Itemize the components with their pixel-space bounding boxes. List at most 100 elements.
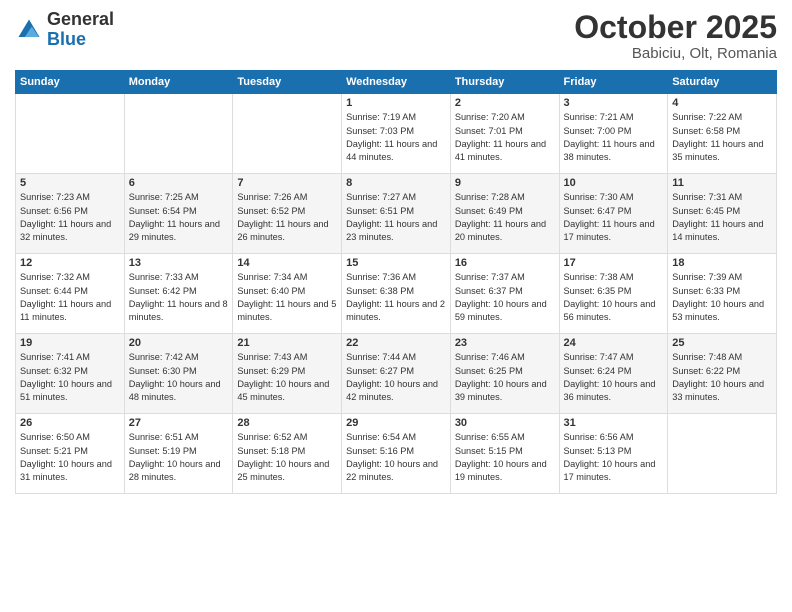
calendar-cell: 11Sunrise: 7:31 AM Sunset: 6:45 PM Dayli… bbox=[668, 174, 777, 254]
day-info: Sunrise: 6:51 AM Sunset: 5:19 PM Dayligh… bbox=[129, 431, 229, 484]
day-number: 25 bbox=[672, 337, 772, 349]
day-number: 22 bbox=[346, 337, 446, 349]
calendar-cell: 28 Sunrise: 6:52 AM Sunset: 5:18 PM Dayli… bbox=[233, 414, 342, 494]
day-number: 26 bbox=[20, 417, 120, 429]
calendar-week-row: 1Sunrise: 7:19 AM Sunset: 7:03 PM Daylig… bbox=[16, 94, 777, 174]
calendar-week-row: 26 Sunrise: 6:50 AM Sunset: 5:21 PM Dayli… bbox=[16, 414, 777, 494]
col-saturday: Saturday bbox=[668, 71, 777, 94]
day-info: Sunrise: 7:36 AM Sunset: 6:38 PM Dayligh… bbox=[346, 271, 446, 324]
day-info: Sunrise: 6:50 AM Sunset: 5:21 PM Dayligh… bbox=[20, 431, 120, 484]
day-info: Sunrise: 7:27 AM Sunset: 6:51 PM Dayligh… bbox=[346, 191, 446, 244]
day-number: 13 bbox=[129, 257, 229, 269]
day-number: 31 bbox=[564, 417, 664, 429]
col-sunday: Sunday bbox=[16, 71, 125, 94]
calendar-cell: 3 Sunrise: 7:21 AM Sunset: 7:00 PM Daylig… bbox=[559, 94, 668, 174]
day-number: 7 bbox=[237, 177, 337, 189]
col-friday: Friday bbox=[559, 71, 668, 94]
day-number: 14 bbox=[237, 257, 337, 269]
calendar-cell: 26 Sunrise: 6:50 AM Sunset: 5:21 PM Dayli… bbox=[16, 414, 125, 494]
calendar-cell: 24Sunrise: 7:47 AM Sunset: 6:24 PM Dayli… bbox=[559, 334, 668, 414]
day-info: Sunrise: 7:42 AM Sunset: 6:30 PM Dayligh… bbox=[129, 351, 229, 404]
calendar-header-row: Sunday Monday Tuesday Wednesday Thursday… bbox=[16, 71, 777, 94]
day-info: Sunrise: 7:44 AM Sunset: 6:27 PM Dayligh… bbox=[346, 351, 446, 404]
day-number: 28 bbox=[237, 417, 337, 429]
calendar-cell: 10 Sunrise: 7:30 AM Sunset: 6:47 PM Dayli… bbox=[559, 174, 668, 254]
calendar-week-row: 12 Sunrise: 7:32 AM Sunset: 6:44 PM Dayli… bbox=[16, 254, 777, 334]
day-info: Sunrise: 6:52 AM Sunset: 5:18 PM Dayligh… bbox=[237, 431, 337, 484]
day-number: 19 bbox=[20, 337, 120, 349]
day-info: Sunrise: 7:48 AM Sunset: 6:22 PM Dayligh… bbox=[672, 351, 772, 404]
day-number: 8 bbox=[346, 177, 446, 189]
day-info: Sunrise: 7:46 AM Sunset: 6:25 PM Dayligh… bbox=[455, 351, 555, 404]
location-subtitle: Babiciu, Olt, Romania bbox=[574, 45, 777, 62]
calendar-cell: 19 Sunrise: 7:41 AM Sunset: 6:32 PM Dayli… bbox=[16, 334, 125, 414]
calendar-cell: 5 Sunrise: 7:23 AM Sunset: 6:56 PM Daylig… bbox=[16, 174, 125, 254]
day-info: Sunrise: 7:41 AM Sunset: 6:32 PM Dayligh… bbox=[20, 351, 120, 404]
day-number: 12 bbox=[20, 257, 120, 269]
day-number: 9 bbox=[455, 177, 555, 189]
day-number: 30 bbox=[455, 417, 555, 429]
title-block: October 2025 Babiciu, Olt, Romania bbox=[574, 10, 777, 62]
day-info: Sunrise: 7:34 AM Sunset: 6:40 PM Dayligh… bbox=[237, 271, 337, 324]
calendar-cell: 4 Sunrise: 7:22 AM Sunset: 6:58 PM Daylig… bbox=[668, 94, 777, 174]
day-info: Sunrise: 7:30 AM Sunset: 6:47 PM Dayligh… bbox=[564, 191, 664, 244]
month-title: October 2025 bbox=[574, 10, 777, 45]
day-info: Sunrise: 7:21 AM Sunset: 7:00 PM Dayligh… bbox=[564, 111, 664, 164]
day-number: 29 bbox=[346, 417, 446, 429]
day-number: 3 bbox=[564, 97, 664, 109]
day-info: Sunrise: 6:56 AM Sunset: 5:13 PM Dayligh… bbox=[564, 431, 664, 484]
page: General Blue October 2025 Babiciu, Olt, … bbox=[0, 0, 792, 612]
calendar-cell bbox=[16, 94, 125, 174]
col-monday: Monday bbox=[124, 71, 233, 94]
day-number: 15 bbox=[346, 257, 446, 269]
col-wednesday: Wednesday bbox=[342, 71, 451, 94]
calendar-cell: 16 Sunrise: 7:37 AM Sunset: 6:37 PM Dayli… bbox=[450, 254, 559, 334]
col-thursday: Thursday bbox=[450, 71, 559, 94]
calendar-table: Sunday Monday Tuesday Wednesday Thursday… bbox=[15, 70, 777, 494]
day-info: Sunrise: 7:23 AM Sunset: 6:56 PM Dayligh… bbox=[20, 191, 120, 244]
calendar-cell: 25 Sunrise: 7:48 AM Sunset: 6:22 PM Dayli… bbox=[668, 334, 777, 414]
day-number: 21 bbox=[237, 337, 337, 349]
calendar-cell: 13 Sunrise: 7:33 AM Sunset: 6:42 PM Dayli… bbox=[124, 254, 233, 334]
day-number: 27 bbox=[129, 417, 229, 429]
calendar-cell: 6 Sunrise: 7:25 AM Sunset: 6:54 PM Daylig… bbox=[124, 174, 233, 254]
day-number: 5 bbox=[20, 177, 120, 189]
calendar-cell: 29Sunrise: 6:54 AM Sunset: 5:16 PM Dayli… bbox=[342, 414, 451, 494]
day-number: 11 bbox=[672, 177, 772, 189]
day-info: Sunrise: 7:28 AM Sunset: 6:49 PM Dayligh… bbox=[455, 191, 555, 244]
calendar-cell: 31 Sunrise: 6:56 AM Sunset: 5:13 PM Dayli… bbox=[559, 414, 668, 494]
calendar-cell: 18Sunrise: 7:39 AM Sunset: 6:33 PM Dayli… bbox=[668, 254, 777, 334]
day-number: 4 bbox=[672, 97, 772, 109]
calendar-cell: 9 Sunrise: 7:28 AM Sunset: 6:49 PM Daylig… bbox=[450, 174, 559, 254]
day-info: Sunrise: 7:33 AM Sunset: 6:42 PM Dayligh… bbox=[129, 271, 229, 324]
day-info: Sunrise: 7:22 AM Sunset: 6:58 PM Dayligh… bbox=[672, 111, 772, 164]
calendar-cell: 8 Sunrise: 7:27 AM Sunset: 6:51 PM Daylig… bbox=[342, 174, 451, 254]
day-number: 16 bbox=[455, 257, 555, 269]
logo-text: General Blue bbox=[47, 10, 114, 50]
logo-icon bbox=[15, 16, 43, 44]
day-number: 10 bbox=[564, 177, 664, 189]
header: General Blue October 2025 Babiciu, Olt, … bbox=[15, 10, 777, 62]
day-number: 18 bbox=[672, 257, 772, 269]
day-number: 1 bbox=[346, 97, 446, 109]
calendar-cell: 12 Sunrise: 7:32 AM Sunset: 6:44 PM Dayli… bbox=[16, 254, 125, 334]
calendar-cell: 23 Sunrise: 7:46 AM Sunset: 6:25 PM Dayli… bbox=[450, 334, 559, 414]
calendar-cell: 22 Sunrise: 7:44 AM Sunset: 6:27 PM Dayli… bbox=[342, 334, 451, 414]
col-tuesday: Tuesday bbox=[233, 71, 342, 94]
day-info: Sunrise: 7:32 AM Sunset: 6:44 PM Dayligh… bbox=[20, 271, 120, 324]
day-number: 17 bbox=[564, 257, 664, 269]
calendar-cell: 17Sunrise: 7:38 AM Sunset: 6:35 PM Dayli… bbox=[559, 254, 668, 334]
calendar-week-row: 19 Sunrise: 7:41 AM Sunset: 6:32 PM Dayli… bbox=[16, 334, 777, 414]
day-info: Sunrise: 6:55 AM Sunset: 5:15 PM Dayligh… bbox=[455, 431, 555, 484]
day-number: 23 bbox=[455, 337, 555, 349]
day-info: Sunrise: 7:25 AM Sunset: 6:54 PM Dayligh… bbox=[129, 191, 229, 244]
calendar-cell: 27 Sunrise: 6:51 AM Sunset: 5:19 PM Dayli… bbox=[124, 414, 233, 494]
day-number: 20 bbox=[129, 337, 229, 349]
day-number: 6 bbox=[129, 177, 229, 189]
day-number: 24 bbox=[564, 337, 664, 349]
logo: General Blue bbox=[15, 10, 114, 50]
day-info: Sunrise: 7:37 AM Sunset: 6:37 PM Dayligh… bbox=[455, 271, 555, 324]
calendar-cell bbox=[124, 94, 233, 174]
day-number: 2 bbox=[455, 97, 555, 109]
calendar-cell: 1Sunrise: 7:19 AM Sunset: 7:03 PM Daylig… bbox=[342, 94, 451, 174]
